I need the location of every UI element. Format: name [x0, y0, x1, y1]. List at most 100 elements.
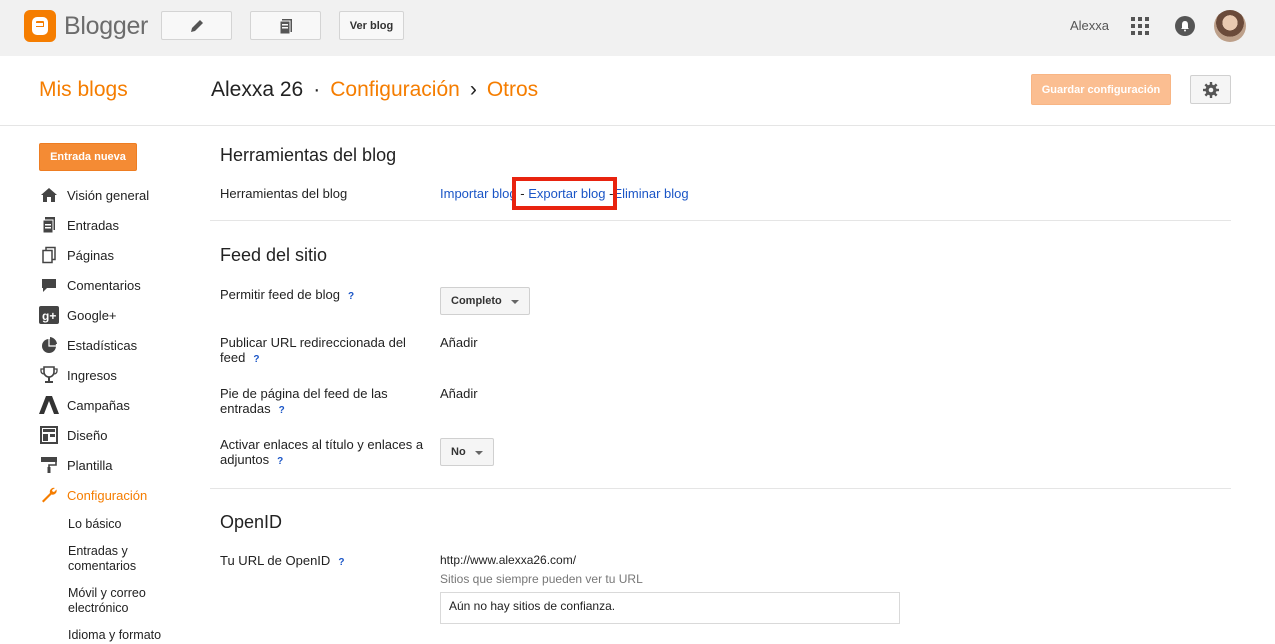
import-blog-link[interactable]: Importar blog: [440, 186, 517, 201]
sidebar-item-label: Campañas: [67, 397, 130, 413]
posts-icon: [39, 215, 59, 235]
sidebar-item-campaigns[interactable]: Campañas: [39, 395, 130, 415]
view-blog-button[interactable]: Ver blog: [339, 11, 404, 40]
title-links-label: Activar enlaces al título y enlaces a ad…: [220, 437, 425, 469]
account-name[interactable]: Alexxa: [1070, 18, 1109, 33]
help-icon[interactable]: ?: [253, 352, 259, 367]
sidebar-item-label: Ingresos: [67, 367, 117, 383]
openid-url-label: Tu URL de OpenID?: [220, 553, 420, 570]
comments-icon: [39, 275, 59, 295]
top-bar: Blogger Ver blog Alexxa: [0, 0, 1275, 56]
page-header: Mis blogs Alexxa 26 · Configuración › Ot…: [0, 56, 1275, 126]
svg-text:g+: g+: [42, 309, 56, 323]
section-title-site-feed: Feed del sitio: [220, 245, 328, 265]
blogger-logo[interactable]: Blogger: [24, 10, 148, 42]
breadcrumb-settings[interactable]: Configuración: [330, 78, 460, 102]
layout-icon: [39, 425, 59, 445]
posts-list-button[interactable]: [250, 11, 321, 40]
home-icon: [39, 185, 59, 205]
sidebar-item-earnings[interactable]: Ingresos: [39, 365, 117, 385]
allow-feed-label: Permitir feed de blog?: [220, 287, 420, 304]
sidebar-item-layout[interactable]: Diseño: [39, 425, 107, 445]
help-icon[interactable]: ?: [348, 289, 354, 304]
brand-name: Blogger: [64, 11, 149, 40]
section-title-blog-tools: Herramientas del blog: [220, 145, 397, 165]
highlight-box: [512, 177, 617, 210]
document-icon: [279, 18, 292, 34]
sidebar-subitem-posts-comments[interactable]: Entradas y comentarios: [68, 544, 158, 574]
sidebar-item-label: Visión general: [67, 187, 150, 203]
divider: [210, 220, 1231, 221]
breadcrumb: Alexxa 26 · Configuración › Otros: [211, 78, 538, 102]
breadcrumb-other[interactable]: Otros: [487, 78, 538, 102]
save-settings-button[interactable]: Guardar configuración: [1031, 74, 1171, 105]
sidebar-item-overview[interactable]: Visión general: [39, 185, 149, 205]
title-links-text: Activar enlaces al título y enlaces a ad…: [220, 437, 424, 467]
wrench-icon: [39, 485, 59, 505]
gear-icon: [1202, 81, 1219, 98]
feed-footer-label: Pie de página del feed de las entradas?: [220, 386, 410, 418]
delete-blog-link[interactable]: Eliminar blog: [613, 186, 688, 201]
allow-feed-value: Completo: [451, 295, 502, 307]
notifications-bell-icon[interactable]: [1175, 16, 1195, 36]
google-plus-icon: g+: [39, 305, 59, 325]
chevron-down-icon: [475, 451, 483, 455]
breadcrumb-separator: ·: [313, 78, 321, 101]
apps-grid-icon[interactable]: [1131, 17, 1149, 35]
redirect-feed-text: Publicar URL redireccionada del feed: [220, 335, 406, 365]
redirect-feed-add-link[interactable]: Añadir: [440, 335, 478, 350]
stats-icon: [39, 335, 59, 355]
chevron-down-icon: [511, 300, 519, 304]
pages-icon: [39, 245, 59, 265]
sidebar-item-label: Entradas: [67, 217, 120, 233]
title-links-select[interactable]: No: [440, 438, 494, 466]
feed-footer-add-link[interactable]: Añadir: [440, 386, 478, 401]
view-blog-label: Ver blog: [349, 19, 394, 32]
divider: [210, 488, 1231, 489]
new-post-button[interactable]: Entrada nueva: [39, 143, 137, 171]
trusted-sites-caption: Sitios que siempre pueden ver tu URL: [440, 572, 643, 586]
blog-name: Alexxa 26: [211, 78, 304, 101]
sidebar-subitem-basics[interactable]: Lo básico: [68, 517, 122, 532]
openid-url-text: Tu URL de OpenID: [220, 553, 331, 568]
trusted-sites-empty: Aún no hay sitios de confianza.: [449, 599, 616, 613]
sidebar-item-settings[interactable]: Configuración: [39, 485, 147, 505]
allow-feed-text: Permitir feed de blog: [220, 287, 340, 302]
feed-footer-text: Pie de página del feed de las entradas: [220, 386, 388, 416]
sidebar-item-label: Plantilla: [67, 457, 113, 473]
sidebar-item-label: Páginas: [67, 247, 114, 263]
pencil-icon: [190, 19, 203, 32]
section-title-openid: OpenID: [220, 512, 283, 532]
blogger-logo-icon: [24, 10, 56, 42]
help-icon[interactable]: ?: [338, 555, 344, 570]
paint-roller-icon: [39, 455, 59, 475]
sidebar-subitem-language-format[interactable]: Idioma y formato: [68, 628, 161, 643]
blog-tools-label: Herramientas del blog: [220, 186, 348, 201]
sidebar-item-label: Diseño: [67, 427, 108, 443]
sidebar-item-comments[interactable]: Comentarios: [39, 275, 141, 295]
sidebar-item-google-plus[interactable]: g+ Google+: [39, 305, 117, 325]
redirect-feed-label: Publicar URL redireccionada del feed?: [220, 335, 420, 367]
allow-feed-select[interactable]: Completo: [440, 287, 530, 315]
openid-url-value: http://www.alexxa26.com/: [440, 553, 577, 567]
avatar[interactable]: [1214, 10, 1246, 42]
breadcrumb-separator: ›: [469, 78, 477, 101]
sidebar-item-label: Comentarios: [67, 277, 141, 293]
help-icon[interactable]: ?: [279, 403, 285, 418]
sidebar-item-stats[interactable]: Estadísticas: [39, 335, 137, 355]
sidebar-subitem-mobile-email[interactable]: Móvil y correo electrónico: [68, 586, 158, 616]
sidebar-item-label: Estadísticas: [67, 337, 138, 353]
bell-glyph: [1181, 21, 1189, 32]
sidebar-item-template[interactable]: Plantilla: [39, 455, 113, 475]
title-links-value: No: [451, 446, 466, 458]
new-post-pencil-button[interactable]: [161, 11, 232, 40]
sidebar-item-posts[interactable]: Entradas: [39, 215, 119, 235]
trusted-sites-box: Aún no hay sitios de confianza.: [440, 592, 900, 624]
help-icon[interactable]: ?: [277, 454, 283, 469]
my-blogs-link[interactable]: Mis blogs: [39, 78, 128, 102]
campaign-icon: [39, 395, 59, 415]
sidebar-item-label: Google+: [67, 307, 117, 323]
sidebar-item-label: Configuración: [67, 487, 148, 503]
settings-gear-button[interactable]: [1190, 75, 1231, 104]
sidebar-item-pages[interactable]: Páginas: [39, 245, 114, 265]
